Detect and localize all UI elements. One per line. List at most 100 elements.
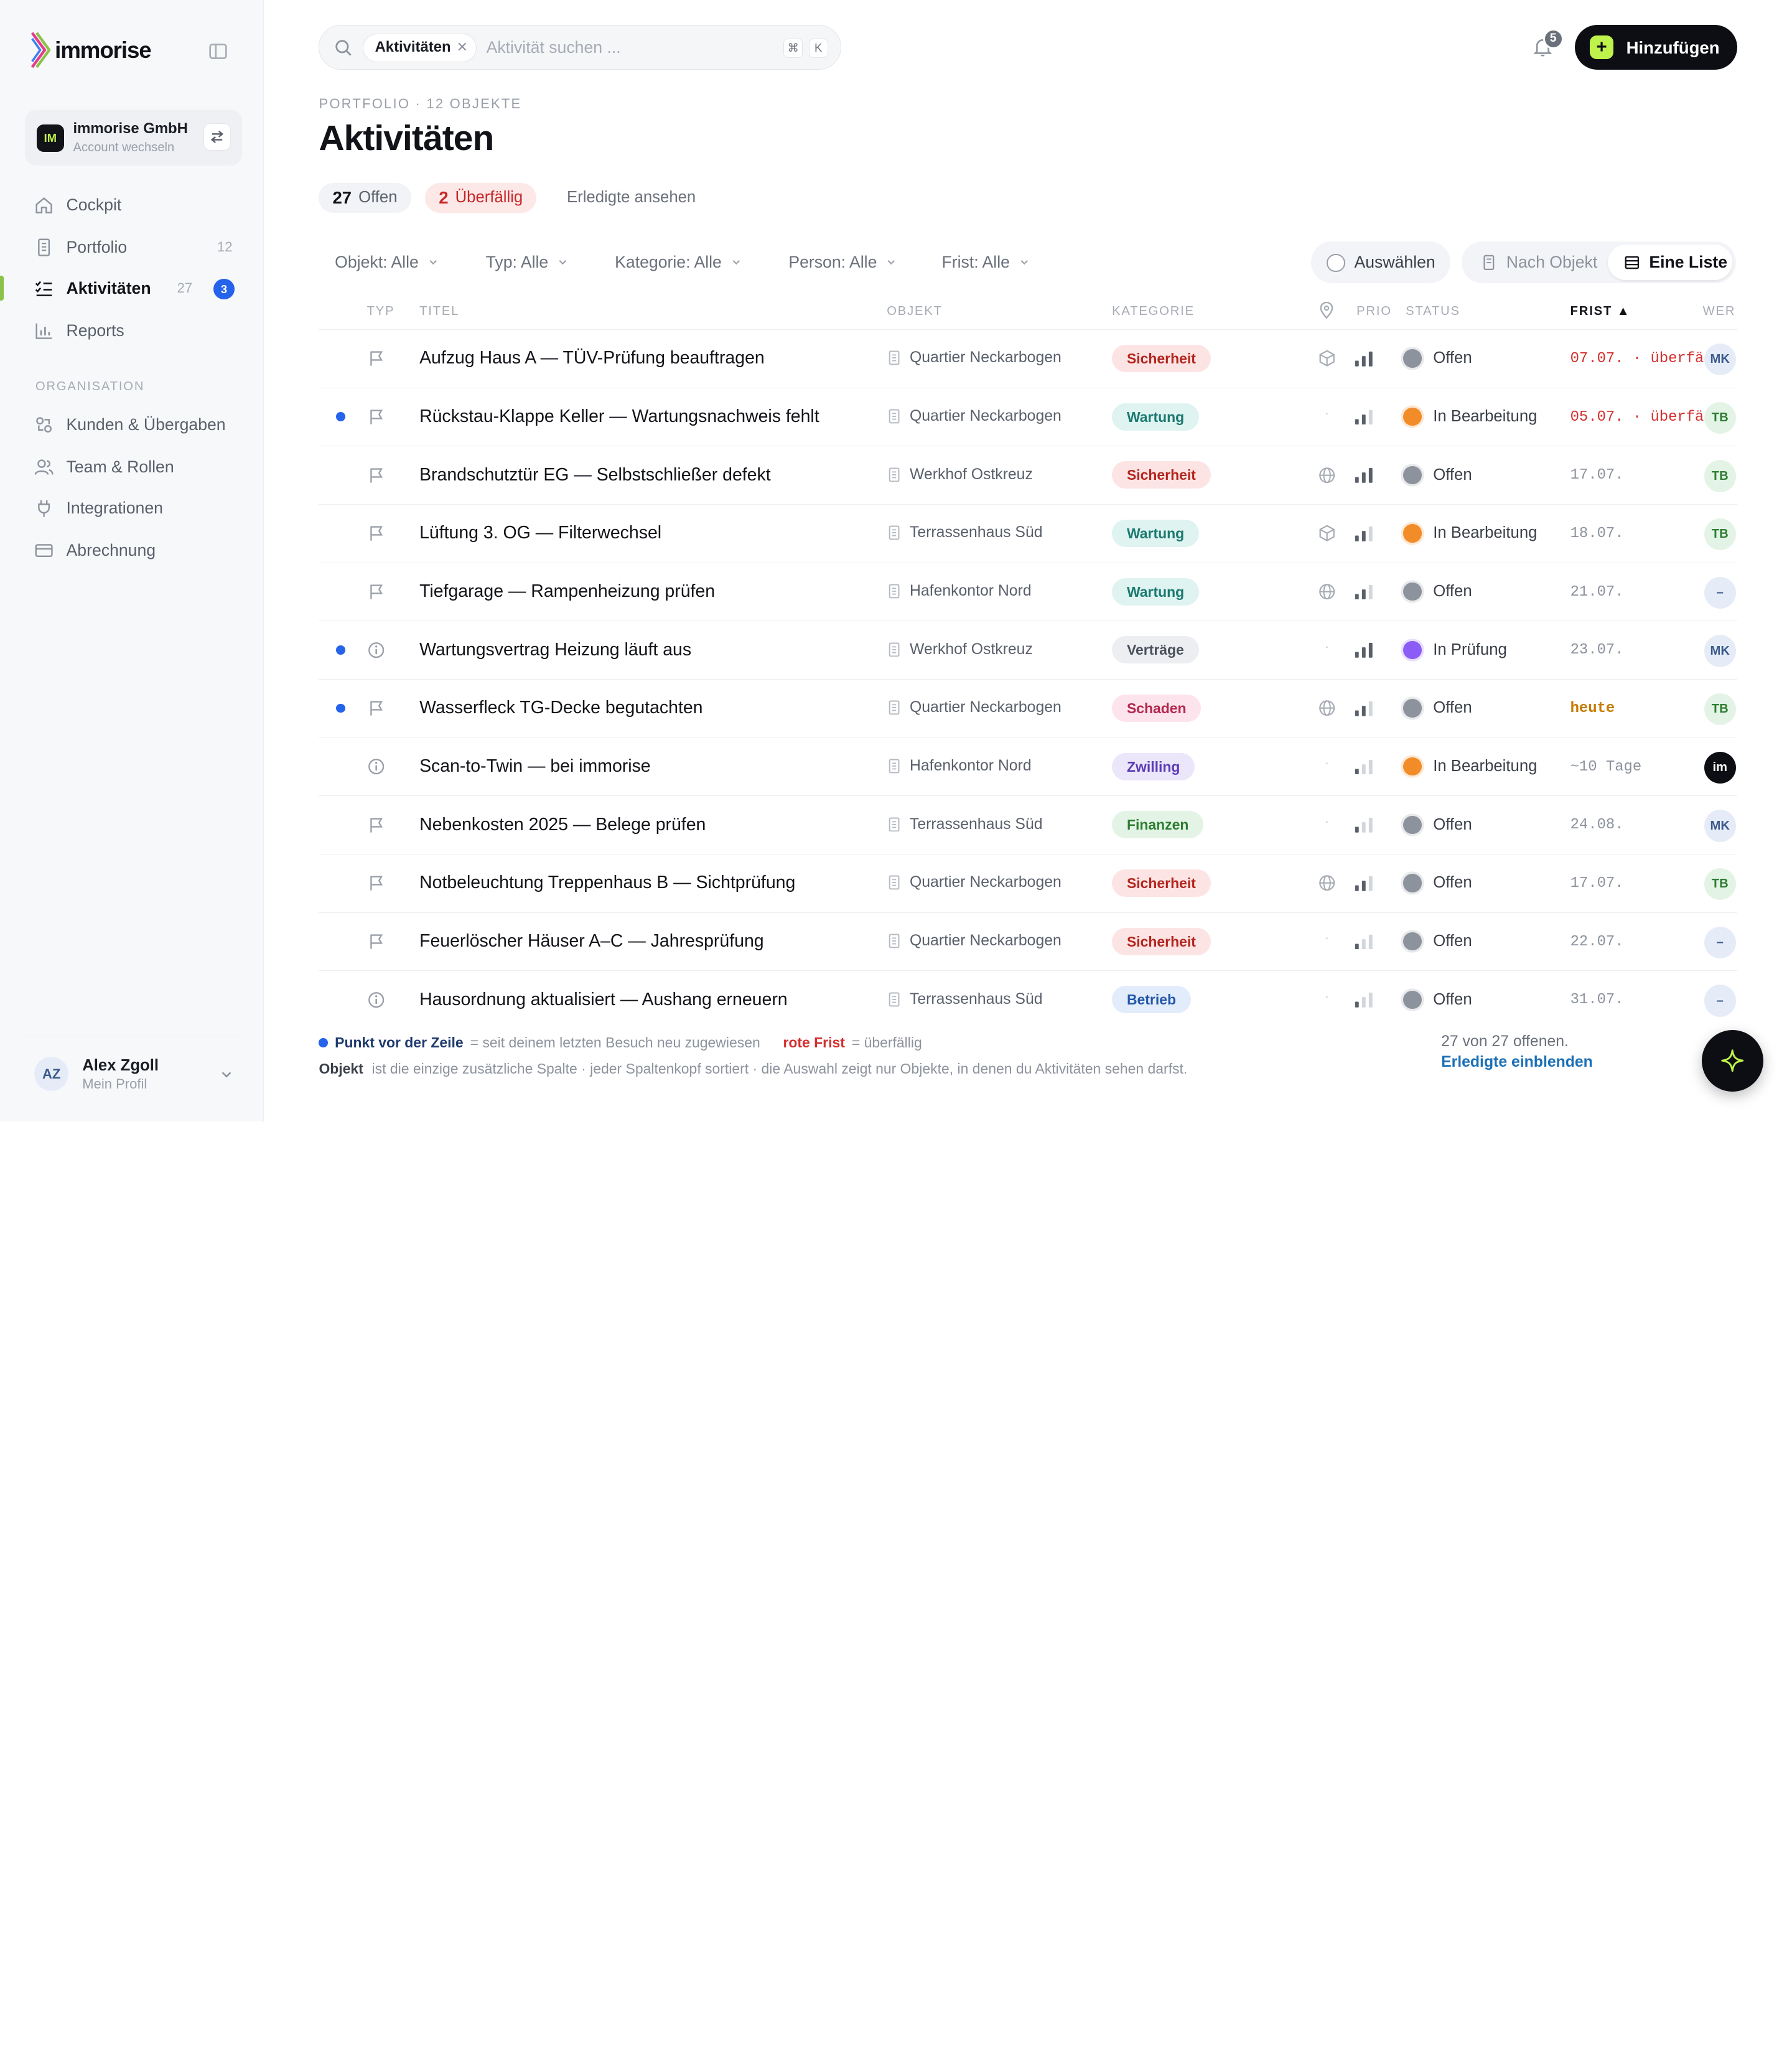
row-object[interactable]: Quartier Neckarbogen xyxy=(888,874,1062,891)
column-header-titel[interactable]: TITEL xyxy=(419,304,459,319)
row-title[interactable]: Scan-to-Twin — bei immorise xyxy=(419,756,651,777)
row-status[interactable]: Offen xyxy=(1433,932,1472,950)
row-title[interactable]: Hausordnung aktualisiert — Aushang erneu… xyxy=(419,990,788,1010)
row-object[interactable]: Terrassenhaus Süd xyxy=(888,816,1043,833)
view-done-link[interactable]: Erledigte ansehen xyxy=(567,189,696,207)
row-object[interactable]: Quartier Neckarbogen xyxy=(888,932,1062,950)
select-mode-button[interactable]: Auswählen xyxy=(1310,241,1450,284)
row-status[interactable]: Offen xyxy=(1433,991,1472,1009)
location-pin-icon[interactable] xyxy=(1319,301,1334,319)
table-row[interactable]: Hausordnung aktualisiert — Aushang erneu… xyxy=(319,971,1737,1017)
assignee-avatar[interactable]: MK xyxy=(1704,810,1736,842)
globe-icon[interactable] xyxy=(1318,699,1336,717)
table-row[interactable]: Notbeleuchtung Treppenhaus B — Sichtprüf… xyxy=(319,854,1737,913)
table-row[interactable]: Rückstau-Klappe Keller — Wartungsnachwei… xyxy=(319,388,1737,447)
row-status[interactable]: In Bearbeitung xyxy=(1433,757,1537,775)
assignee-avatar[interactable]: – xyxy=(1704,576,1736,609)
add-button[interactable]: + Hinzufügen xyxy=(1574,25,1737,70)
row-object[interactable]: Quartier Neckarbogen xyxy=(888,699,1062,716)
view-list-button[interactable]: Eine Liste xyxy=(1608,245,1733,280)
filter-person[interactable]: Person: Alle xyxy=(788,253,896,272)
column-header-frist[interactable]: FRIST ▲ xyxy=(1570,304,1631,319)
search-bar[interactable]: Aktivitäten ✕ ⌘ K xyxy=(319,25,841,70)
account-switch-button[interactable] xyxy=(203,123,231,151)
assistant-button[interactable] xyxy=(1701,1029,1764,1092)
table-row[interactable]: Brandschutztür EG — Selbstschließer defe… xyxy=(319,446,1737,505)
row-status[interactable]: In Bearbeitung xyxy=(1433,524,1537,542)
column-header-typ[interactable]: TYP xyxy=(367,304,395,319)
row-status[interactable]: Offen xyxy=(1433,466,1472,484)
row-title[interactable]: Brandschutztür EG — Selbstschließer defe… xyxy=(419,465,771,485)
sidebar-collapse-icon[interactable] xyxy=(208,41,228,62)
row-title[interactable]: Rückstau-Klappe Keller — Wartungsnachwei… xyxy=(419,406,819,427)
assignee-avatar[interactable]: im xyxy=(1704,751,1736,784)
column-header-objekt[interactable]: OBJEKT xyxy=(887,304,943,319)
row-title[interactable]: Feuerlöscher Häuser A–C — Jahresprüfung xyxy=(419,931,764,952)
assignee-avatar[interactable]: TB xyxy=(1704,868,1736,901)
assignee-avatar[interactable]: MK xyxy=(1704,344,1736,376)
row-object[interactable]: Hafenkontor Nord xyxy=(888,583,1032,600)
row-status[interactable]: Offen xyxy=(1433,583,1472,601)
row-object[interactable]: Hafenkontor Nord xyxy=(888,757,1032,775)
table-row[interactable]: Wartungsvertrag Heizung läuft aus Werkhof… xyxy=(319,621,1737,680)
column-header-wer[interactable]: WER xyxy=(1703,304,1736,319)
row-title[interactable]: Aufzug Haus A — TÜV-Prüfung beauftragen xyxy=(419,348,765,368)
assignee-avatar[interactable]: MK xyxy=(1704,635,1736,667)
row-object[interactable]: Terrassenhaus Süd xyxy=(888,991,1043,1008)
globe-icon[interactable] xyxy=(1318,466,1336,484)
row-status[interactable]: Offen xyxy=(1433,349,1472,367)
row-title[interactable]: Nebenkosten 2025 — Belege prüfen xyxy=(419,815,706,835)
nav-item-portfolio[interactable]: Portfolio 12 xyxy=(25,230,242,264)
filter-typ[interactable]: Typ: Alle xyxy=(486,253,568,272)
open-count-pill[interactable]: 27 Offen xyxy=(319,182,411,213)
nav-item-abrechnung[interactable]: Abrechnung xyxy=(25,533,242,567)
filter-frist[interactable]: Frist: Alle xyxy=(941,253,1029,272)
filter-objekt[interactable]: Objekt: Alle xyxy=(335,253,438,272)
3d-cube-icon[interactable] xyxy=(1318,524,1336,542)
table-row[interactable]: Feuerlöscher Häuser A–C — Jahresprüfung Q… xyxy=(319,913,1737,971)
nav-item-kunden-uebergaben[interactable]: Kunden & Übergaben xyxy=(25,407,242,441)
filter-kategorie[interactable]: Kategorie: Alle xyxy=(615,253,741,272)
row-object[interactable]: Terrassenhaus Süd xyxy=(888,524,1043,541)
column-header-prio[interactable]: PRIO xyxy=(1356,304,1392,319)
row-object[interactable]: Quartier Neckarbogen xyxy=(888,408,1062,425)
search-input[interactable] xyxy=(486,35,761,60)
row-object[interactable]: Quartier Neckarbogen xyxy=(888,349,1062,367)
search-scope-chip[interactable]: Aktivitäten ✕ xyxy=(363,34,477,63)
row-title[interactable]: Lüftung 3. OG — Filterwechsel xyxy=(419,523,661,543)
chip-remove-icon[interactable]: ✕ xyxy=(457,34,468,60)
assignee-avatar[interactable]: TB xyxy=(1704,401,1736,434)
nav-item-aktivitaeten[interactable]: Aktivitäten 27 xyxy=(25,271,242,305)
assignee-avatar[interactable]: – xyxy=(1704,926,1736,959)
account-switcher[interactable]: IM immorise GmbH Account wechseln xyxy=(25,110,243,166)
row-status[interactable]: Offen xyxy=(1433,816,1472,834)
nav-item-team-rollen[interactable]: Team & Rollen xyxy=(25,449,242,484)
nav-item-cockpit[interactable]: Cockpit xyxy=(25,187,242,222)
row-status[interactable]: Offen xyxy=(1433,874,1472,892)
brand-logo[interactable]: immorise xyxy=(30,32,152,68)
nav-item-reports[interactable]: Reports xyxy=(25,313,242,347)
row-title[interactable]: Wasserfleck TG-Decke begutachten xyxy=(419,698,702,718)
globe-icon[interactable] xyxy=(1318,583,1336,601)
column-header-kategorie[interactable]: KATEGORIE xyxy=(1112,304,1195,319)
row-status[interactable]: In Bearbeitung xyxy=(1433,408,1537,426)
view-by-object-button[interactable]: Nach Objekt xyxy=(1481,253,1597,272)
table-row[interactable]: Scan-to-Twin — bei immorise Hafenkontor N… xyxy=(319,738,1737,797)
table-row[interactable]: Lüftung 3. OG — Filterwechsel Terrassenha… xyxy=(319,505,1737,563)
assignee-avatar[interactable]: – xyxy=(1704,985,1736,1017)
table-row[interactable]: Tiefgarage — Rampenheizung prüfen Hafenko… xyxy=(319,563,1737,622)
3d-cube-icon[interactable] xyxy=(1318,349,1336,367)
table-row[interactable]: Aufzug Haus A — TÜV-Prüfung beauftragen Q… xyxy=(319,330,1737,388)
nav-item-integrationen[interactable]: Integrationen xyxy=(25,490,242,525)
row-status[interactable]: In Prüfung xyxy=(1433,641,1507,659)
assignee-avatar[interactable]: TB xyxy=(1704,693,1736,726)
row-object[interactable]: Werkhof Ostkreuz xyxy=(888,641,1033,658)
assignee-avatar[interactable]: TB xyxy=(1704,460,1736,492)
assignee-avatar[interactable]: TB xyxy=(1704,518,1736,551)
row-title[interactable]: Notbeleuchtung Treppenhaus B — Sichtprüf… xyxy=(419,873,795,893)
row-title[interactable]: Tiefgarage — Rampenheizung prüfen xyxy=(419,581,715,602)
show-done-link[interactable]: Erledigte einblenden xyxy=(1441,1054,1593,1071)
table-row[interactable]: Wasserfleck TG-Decke begutachten Quartier… xyxy=(319,680,1737,738)
table-row[interactable]: Nebenkosten 2025 — Belege prüfen Terrasse… xyxy=(319,796,1737,854)
globe-icon[interactable] xyxy=(1318,874,1336,892)
